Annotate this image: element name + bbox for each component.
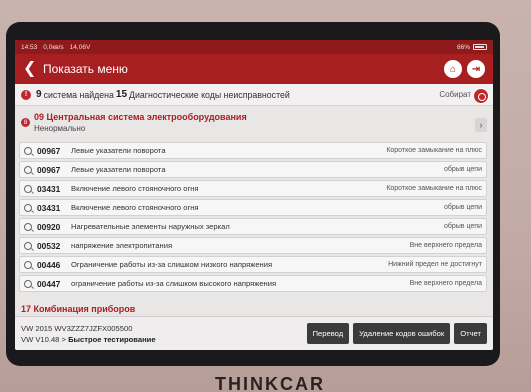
- home-icon[interactable]: ⌂: [444, 60, 462, 78]
- device-frame: THINKCAR 14:53 0,0кв/s 14,06V 86% ❮ Пока…: [0, 0, 531, 392]
- dtc-row[interactable]: 00967 Левые указатели поворота Короткое за…: [19, 142, 487, 159]
- appbar-actions: ⌂ ⇥: [444, 60, 485, 78]
- dtc-status: Вне верхнего предела: [409, 280, 482, 287]
- vehicle-path: VW V10.48 > Быстрое тестирование: [21, 334, 156, 345]
- battery-icon: [473, 44, 487, 50]
- next-system-name: 17 Комбинация приборов: [21, 304, 136, 314]
- battery-percent: 86%: [456, 43, 470, 51]
- report-button[interactable]: Отчет: [454, 323, 487, 344]
- vehicle-vin: VW 2015 WV3ZZZ7JZFX005500: [21, 323, 133, 333]
- dtc-description: Включение левого стояночного огня: [71, 184, 199, 193]
- dtc-count: 15: [115, 89, 128, 100]
- dtc-row[interactable]: 00447 ограничение работы из-за слишком вы…: [19, 275, 487, 292]
- dtc-code: 00967: [37, 164, 61, 175]
- vehicle-mode: Быстрое тестирование: [68, 334, 156, 344]
- system-name: 09 Центральная система электрооборудован…: [34, 112, 247, 122]
- error-icon: !: [21, 89, 31, 100]
- dtc-code: 00446: [37, 259, 61, 270]
- collect-button[interactable]: Собират: [439, 90, 471, 99]
- search-icon[interactable]: [24, 279, 32, 288]
- system-text: 09 Центральная система электрооборудован…: [34, 112, 247, 133]
- status-speed: 0,0кв/s: [43, 43, 64, 51]
- brand-logo: THINKCAR: [215, 374, 325, 392]
- action-buttons: Перевод Удаление кодов ошибок Отчет: [306, 323, 487, 344]
- exit-icon[interactable]: ⇥: [467, 60, 485, 78]
- dtc-text: Диагностические коды неисправностей: [129, 89, 290, 100]
- dtc-description: напряжение электропитания: [71, 241, 173, 250]
- search-icon[interactable]: [24, 146, 32, 155]
- systems-text: система найдена: [43, 89, 114, 100]
- dtc-code: 03431: [37, 202, 61, 213]
- vehicle-path-prefix: VW V10.48 >: [21, 334, 69, 344]
- dtc-row[interactable]: 03431 Включение левого стояночного огня об…: [19, 199, 487, 216]
- dtc-status: обрыв цепи: [443, 204, 482, 211]
- translate-button[interactable]: Перевод: [306, 323, 350, 344]
- dtc-status: обрыв цепи: [443, 223, 482, 230]
- dtc-code: 00532: [37, 240, 61, 251]
- dtc-status: Вне верхнего предела: [409, 242, 482, 249]
- search-icon[interactable]: [24, 241, 32, 250]
- status-time: 14:53: [21, 43, 38, 51]
- scan-summary: ! 9 система найдена 15 Диагностические к…: [15, 84, 493, 106]
- search-icon[interactable]: [24, 203, 32, 212]
- dtc-status: обрыв цепи: [443, 166, 482, 173]
- dtc-description: ограничение работы из-за слишком высоког…: [71, 279, 277, 288]
- dtc-list: 00967 Левые указатели поворота Короткое за…: [19, 142, 487, 294]
- bottom-bar: VW 2015 WV3ZZZ7JZFX005500 VW V10.48 > Бы…: [15, 316, 493, 350]
- system-state: Ненормально: [34, 124, 86, 133]
- vehicle-info: VW 2015 WV3ZZZ7JZFX005500 VW V10.48 > Бы…: [21, 323, 156, 345]
- systems-count: 9: [36, 89, 42, 100]
- search-icon[interactable]: [24, 184, 32, 193]
- search-icon[interactable]: [24, 165, 32, 174]
- dtc-row[interactable]: 00967 Левые указатели поворота обрыв цепи: [19, 161, 487, 178]
- chevron-right-icon[interactable]: ›: [475, 118, 487, 132]
- dtc-description: Левые указатели поворота: [71, 146, 166, 155]
- dtc-description: Включение левого стояночного огня: [71, 203, 199, 212]
- status-right: 86%: [457, 44, 487, 51]
- system-badge: 8: [21, 118, 30, 127]
- dtc-code: 00920: [37, 221, 61, 232]
- dtc-description: Нагревательные элементы наружных зеркал: [71, 222, 230, 231]
- dtc-description: Левые указатели поворота: [71, 165, 166, 174]
- dtc-code: 00967: [37, 145, 61, 156]
- dtc-row[interactable]: 00532 напряжение электропитания Вне верхне…: [19, 237, 487, 254]
- page-title: Показать меню: [43, 62, 128, 76]
- status-voltage: 14,06V: [69, 43, 91, 51]
- dtc-row[interactable]: 00920 Нагревательные элементы наружных зе…: [19, 218, 487, 235]
- dtc-status: Короткое замыкание на плюс: [386, 147, 482, 154]
- status-bar: 14:53 0,0кв/s 14,06V 86%: [15, 40, 493, 54]
- dtc-status: Короткое замыкание на плюс: [386, 185, 482, 192]
- chevron-left-icon[interactable]: ❮: [23, 61, 37, 77]
- system-header[interactable]: 8 09 Центральная система электрооборудов…: [15, 110, 493, 136]
- dtc-description: Ограничение работы из-за слишком низкого…: [71, 260, 273, 269]
- search-icon[interactable]: [24, 222, 32, 231]
- camera-fab-icon[interactable]: [473, 88, 489, 104]
- next-system-header[interactable]: 17 Комбинация приборов: [15, 302, 493, 316]
- clear-codes-button[interactable]: Удаление кодов ошибок: [353, 323, 451, 344]
- search-icon[interactable]: [24, 260, 32, 269]
- dtc-code: 00447: [37, 278, 61, 289]
- screen: 14:53 0,0кв/s 14,06V 86% ❮ Показать меню…: [15, 40, 493, 350]
- dtc-row[interactable]: 03431 Включение левого стояночного огня Ко…: [19, 180, 487, 197]
- dtc-status: Нижний предел не достигнут: [388, 261, 482, 268]
- dtc-code: 03431: [37, 183, 61, 194]
- app-bar: ❮ Показать меню ⌂ ⇥: [15, 54, 493, 84]
- dtc-row[interactable]: 00446 Ограничение работы из-за слишком ни…: [19, 256, 487, 273]
